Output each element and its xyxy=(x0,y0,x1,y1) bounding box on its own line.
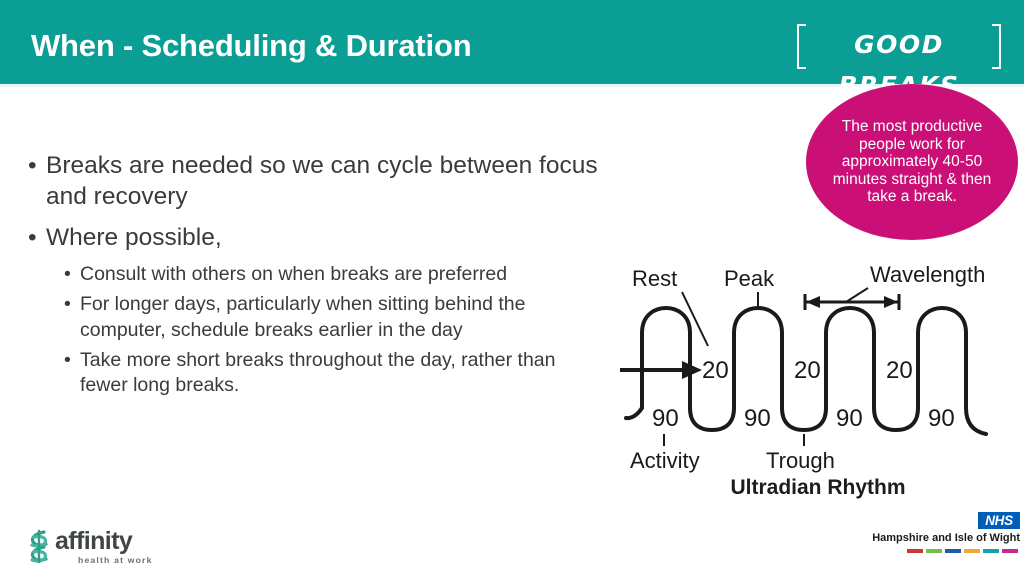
label-wavelength: Wavelength xyxy=(870,262,985,287)
bullet-list: • Breaks are needed so we can cycle betw… xyxy=(24,150,604,404)
label-activity: Activity xyxy=(630,448,700,473)
sub-bullet-marker-icon: • xyxy=(64,349,71,372)
good-breaks-badge: GOOD BREAKS xyxy=(797,24,1001,100)
peak-value-4: 90 xyxy=(928,405,955,432)
figure-caption: Ultradian Rhythm xyxy=(730,476,906,499)
sub-bullet-marker-icon: • xyxy=(64,263,71,286)
trough-value-1: 20 xyxy=(702,357,729,384)
nhs-colour-swatch-3 xyxy=(945,549,961,553)
page-title: When - Scheduling & Duration xyxy=(31,28,472,63)
nhs-colour-swatch-1 xyxy=(907,549,923,553)
sub-bullet-item-2-text: For longer days, particularly when sitti… xyxy=(80,293,526,341)
bullet-item-2-text: Where possible, xyxy=(46,223,222,251)
bullet-item-1: • Breaks are needed so we can cycle betw… xyxy=(24,150,604,213)
productivity-callout-text: The most productive people work for appr… xyxy=(832,117,992,206)
bullet-marker-icon: • xyxy=(28,223,37,251)
nhs-region-label: Hampshire and Isle of Wight xyxy=(872,532,1020,544)
sub-bullet-item-3-text: Take more short breaks throughout the da… xyxy=(80,349,556,397)
nhs-colour-swatch-2 xyxy=(926,549,942,553)
good-breaks-badge-label: GOOD BREAKS xyxy=(838,30,958,100)
bullet-marker-icon: • xyxy=(28,152,37,179)
trough-value-3: 20 xyxy=(886,357,913,384)
nhs-logo: NHS Hampshire and Isle of Wight xyxy=(872,512,1020,560)
sub-bullet-item-1: • Consult with others on when breaks are… xyxy=(62,262,604,287)
nhs-colour-swatch-5 xyxy=(983,549,999,553)
peak-value-1: 90 xyxy=(652,405,679,432)
peak-value-3: 90 xyxy=(836,405,863,432)
nhs-colour-bar xyxy=(907,549,1018,553)
label-trough: Trough xyxy=(766,448,835,473)
sub-bullet-item-3: • Take more short breaks throughout the … xyxy=(62,348,604,399)
bullet-item-1-text: Breaks are needed so we can cycle betwee… xyxy=(46,152,598,211)
sub-bullet-item-1-text: Consult with others on when breaks are p… xyxy=(80,263,508,286)
sub-bullet-marker-icon: • xyxy=(64,293,71,316)
productivity-callout-ellipse: The most productive people work for appr… xyxy=(806,84,1018,240)
affinity-tagline: health at work xyxy=(78,555,153,565)
label-peak: Peak xyxy=(724,266,775,291)
label-rest: Rest xyxy=(632,266,677,291)
wavelength-leader-line xyxy=(845,287,869,303)
affinity-swirl-icon xyxy=(30,529,48,563)
ultradian-rhythm-diagram: Rest Peak Wavelength 20 20 20 90 90 90 9… xyxy=(620,262,988,473)
affinity-wordmark: affinity xyxy=(55,527,133,555)
sub-bullet-list: • Consult with others on when breaks are… xyxy=(24,262,604,399)
ultradian-rhythm-figure: Rest Peak Wavelength 20 20 20 90 90 90 9… xyxy=(620,258,1016,508)
nhs-colour-swatch-6 xyxy=(1002,549,1018,553)
bullet-item-2: • Where possible, xyxy=(24,222,604,253)
nhs-colour-swatch-4 xyxy=(964,549,980,553)
trough-value-2: 20 xyxy=(794,357,821,384)
affinity-logo: affinity health at work xyxy=(24,528,204,570)
sub-bullet-item-2: • For longer days, particularly when sit… xyxy=(62,292,604,343)
nhs-brand-mark: NHS xyxy=(978,512,1020,529)
peak-value-2: 90 xyxy=(744,405,771,432)
